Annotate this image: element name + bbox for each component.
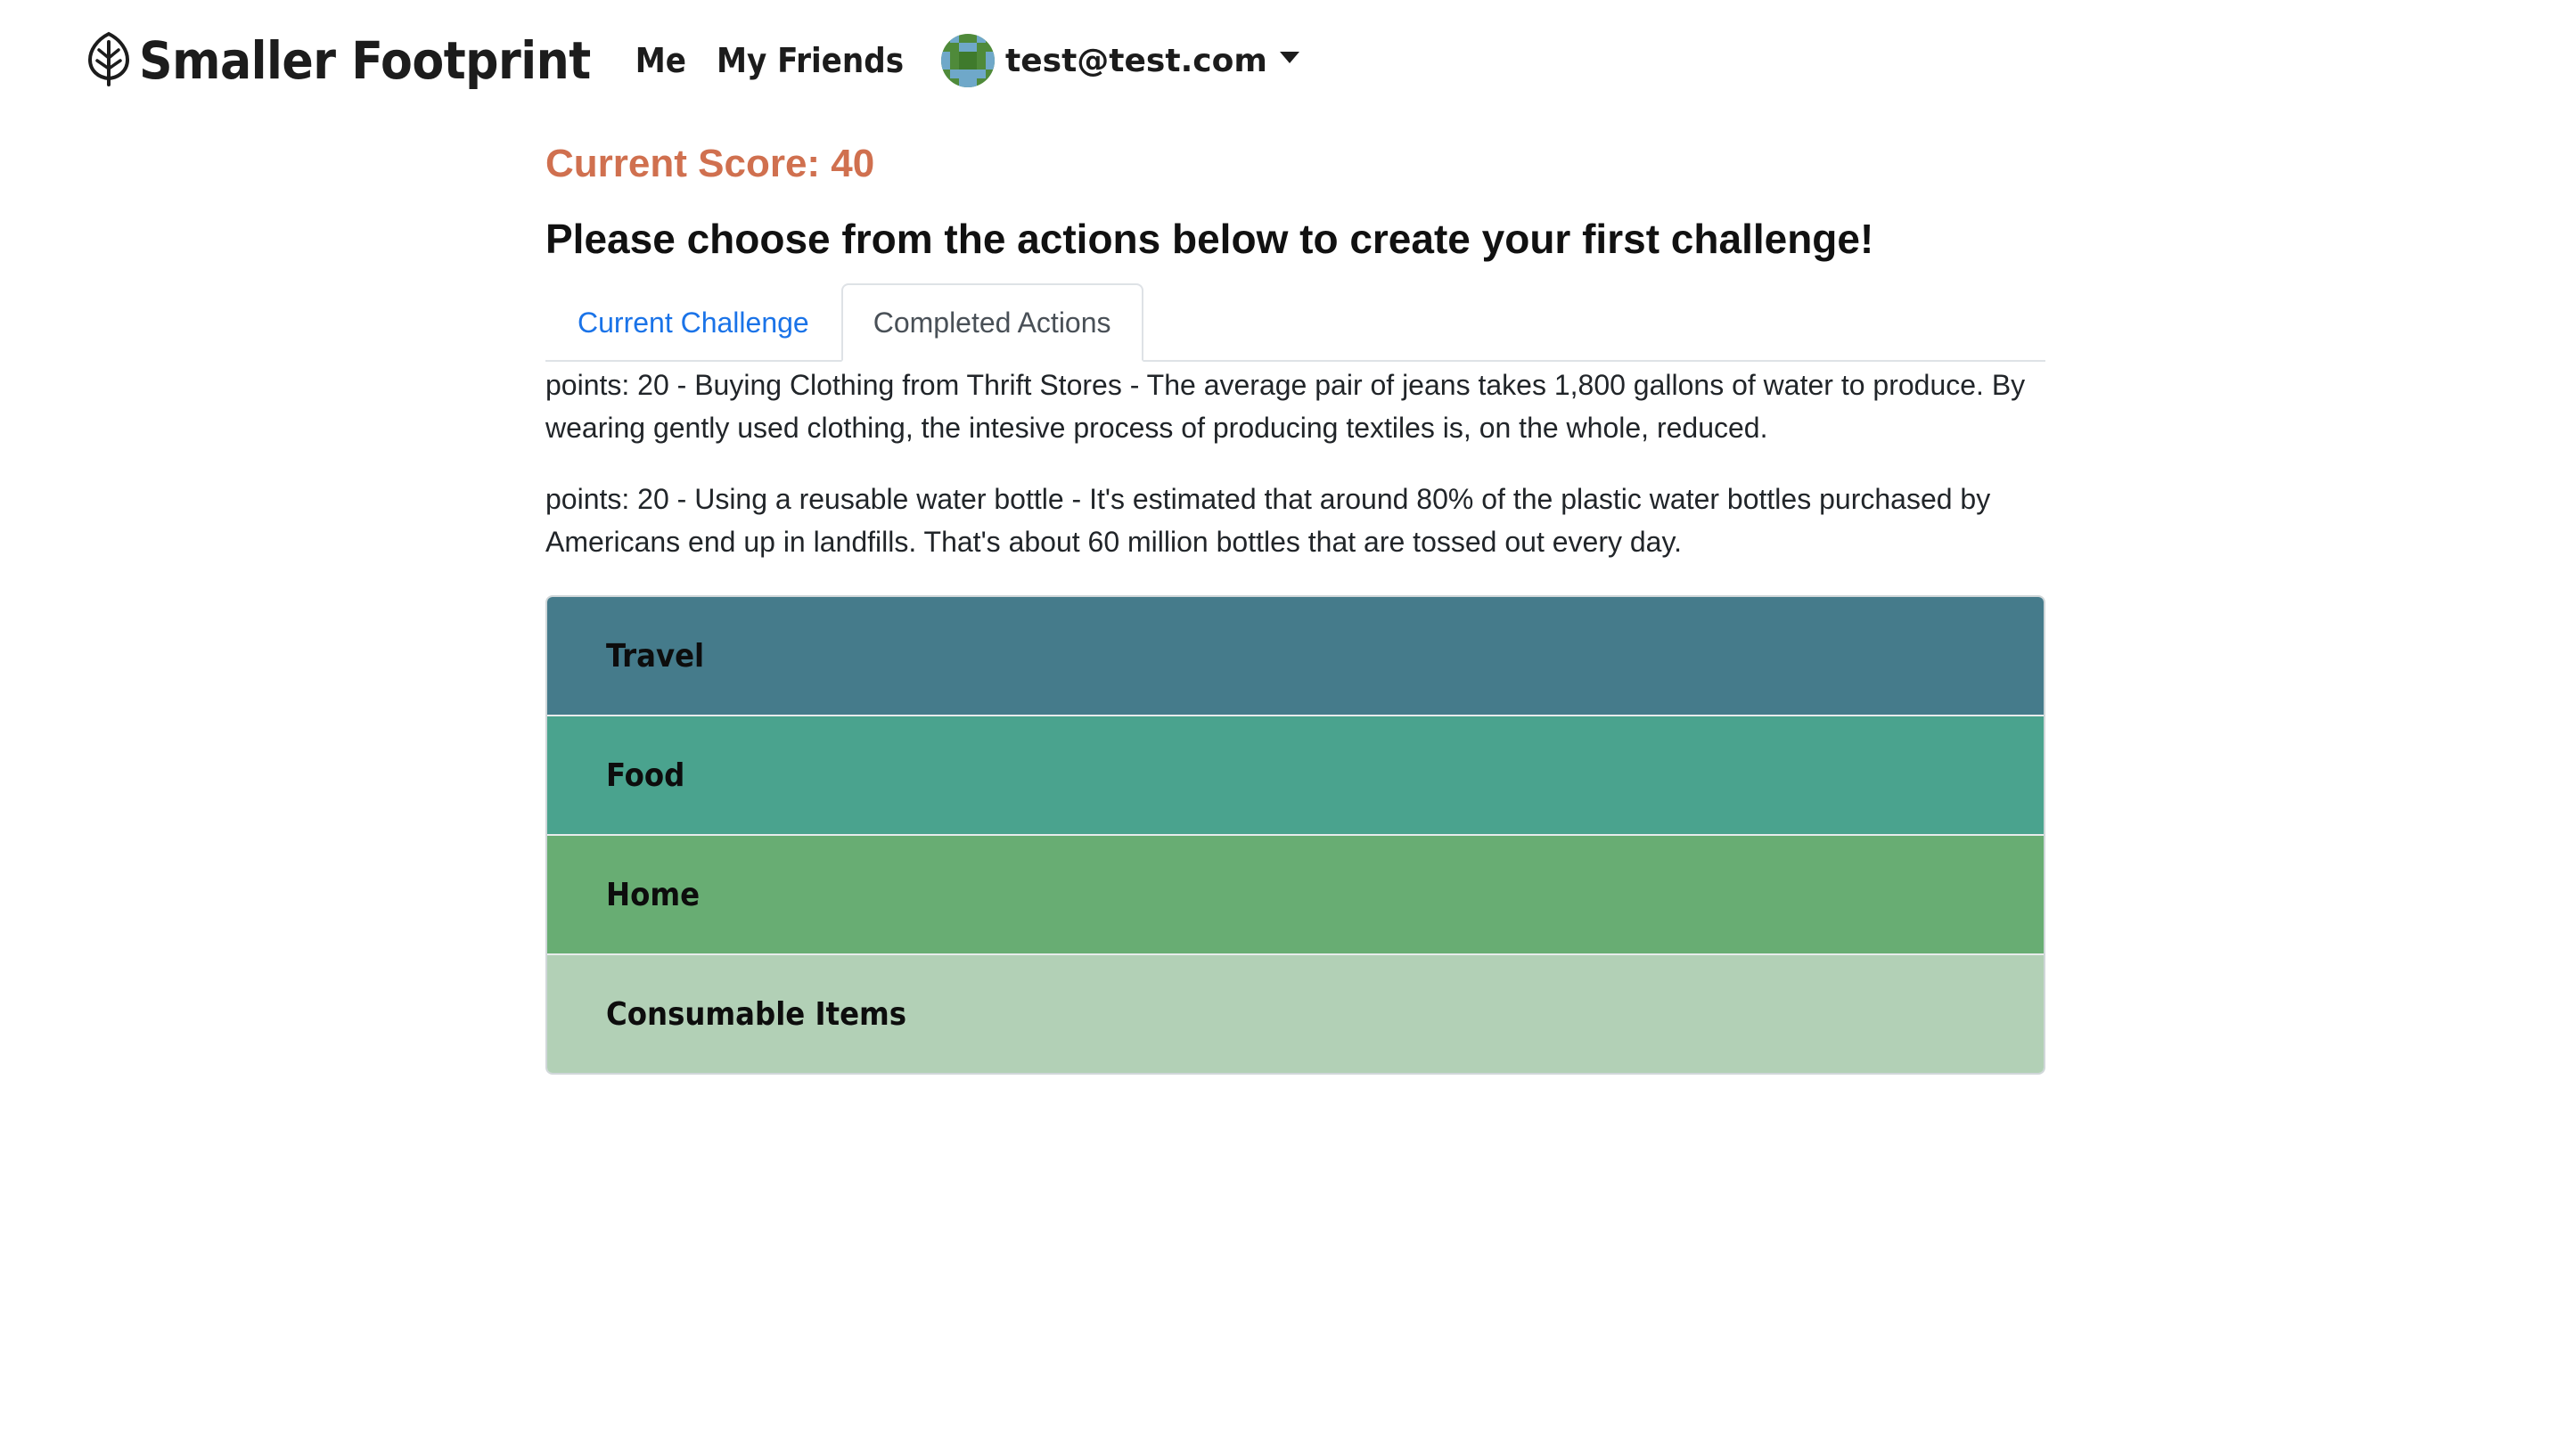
completed-actions-list: points: 20 - Buying Clothing from Thrift… <box>545 362 2045 563</box>
completed-action-item: points: 20 - Buying Clothing from Thrift… <box>545 369 2026 444</box>
pixel-avatar-icon <box>941 34 996 87</box>
user-menu-toggle[interactable]: test@test.com <box>941 34 1299 87</box>
caret-down-icon <box>1279 51 1299 63</box>
nav-link-me[interactable]: Me <box>635 41 686 80</box>
current-score: Current Score: 40 <box>545 142 875 185</box>
category-food[interactable]: Food <box>547 716 2044 836</box>
main-content: Current Score: 40 Please choose from the… <box>545 134 2045 1075</box>
category-consumable-items[interactable]: Consumable Items <box>547 955 2044 1073</box>
navbar: Smaller Footprint Me My Friends test@tes… <box>87 16 1299 105</box>
tab-bar: Current Challenge Completed Actions <box>545 283 2045 362</box>
brand-name: Smaller Footprint <box>139 30 591 91</box>
brand-link[interactable]: Smaller Footprint <box>87 30 591 91</box>
completed-action-item: points: 20 - Using a reusable water bott… <box>545 483 1991 558</box>
challenge-prompt: Please choose from the actions below to … <box>545 216 1874 262</box>
tab-completed-actions[interactable]: Completed Actions <box>840 283 1143 362</box>
nav-link-my-friends[interactable]: My Friends <box>717 41 904 80</box>
category-accordion: Travel Food Home Consumable Items <box>545 595 2045 1075</box>
user-email: test@test.com <box>1005 42 1267 79</box>
category-home[interactable]: Home <box>547 836 2044 955</box>
tab-current-challenge[interactable]: Current Challenge <box>545 283 841 362</box>
leaf-icon <box>87 31 139 91</box>
category-travel[interactable]: Travel <box>547 597 2044 716</box>
